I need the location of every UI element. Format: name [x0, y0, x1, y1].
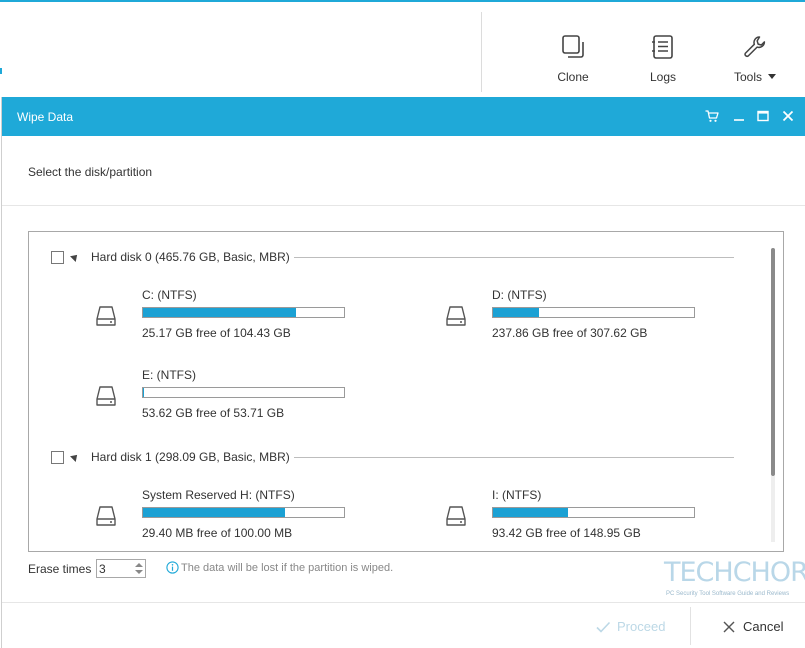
- wipe-data-dialog: Wipe Data Select the disk/partition Hard…: [1, 97, 805, 648]
- clone-button[interactable]: Clone: [538, 34, 608, 86]
- proceed-button[interactable]: Proceed: [595, 617, 675, 639]
- watermark-text: TECHCHORE: [664, 557, 805, 588]
- select-prompt: Select the disk/partition: [28, 165, 153, 179]
- partition-name: E: (NTFS): [142, 368, 196, 382]
- partition-c[interactable]: C: (NTFS) 25.17 GB free of 104.43 GB: [94, 288, 394, 348]
- main-toolbar: Clone Logs Tools: [0, 0, 805, 97]
- disk-header-0: Hard disk 0 (465.76 GB, Basic, MBR): [51, 250, 751, 266]
- logs-label: Logs: [649, 70, 677, 84]
- disk-list-panel[interactable]: Hard disk 0 (465.76 GB, Basic, MBR) C: (…: [28, 231, 784, 552]
- maximize-button[interactable]: [755, 108, 771, 124]
- logs-icon: [652, 35, 673, 59]
- wrench-icon: [744, 36, 766, 58]
- partition-free-space: 237.86 GB free of 307.62 GB: [492, 326, 648, 340]
- hard-drive-icon: [96, 386, 116, 406]
- hard-drive-icon: [446, 306, 466, 326]
- dialog-titlebar: Wipe Data: [2, 97, 805, 136]
- partition-d[interactable]: D: (NTFS) 237.86 GB free of 307.62 GB: [444, 288, 744, 348]
- clone-label: Clone: [557, 70, 589, 84]
- erase-times-label: Erase times: [28, 562, 92, 576]
- collapse-triangle-icon[interactable]: [70, 452, 80, 462]
- maximize-icon: [757, 110, 769, 122]
- disk-title-0: Hard disk 0 (465.76 GB, Basic, MBR): [91, 250, 290, 264]
- partition-name: System Reserved H: (NTFS): [142, 488, 295, 502]
- usage-bar-fill: [143, 308, 296, 317]
- partition-name: I: (NTFS): [492, 488, 542, 502]
- disk-checkbox-1[interactable]: [51, 451, 64, 464]
- hard-drive-icon: [96, 306, 116, 326]
- cart-icon: [705, 110, 719, 122]
- usage-bar: [492, 507, 695, 518]
- partition-free-space: 53.62 GB free of 53.71 GB: [142, 406, 285, 420]
- info-icon: [166, 561, 179, 574]
- usage-bar: [142, 387, 345, 398]
- disk-title-1: Hard disk 1 (298.09 GB, Basic, MBR): [91, 450, 290, 464]
- disk-checkbox-0[interactable]: [51, 251, 64, 264]
- minimize-icon: [734, 119, 744, 121]
- erase-times-input[interactable]: [99, 561, 129, 576]
- dialog-title: Wipe Data: [17, 110, 74, 124]
- check-icon: [596, 621, 611, 633]
- partition-e[interactable]: E: (NTFS) 53.62 GB free of 53.71 GB: [94, 368, 394, 428]
- hard-drive-icon: [446, 506, 466, 526]
- close-icon: [782, 110, 794, 122]
- clone-icon: [562, 35, 584, 58]
- toolbar-divider: [481, 12, 482, 92]
- scrollbar-track[interactable]: [771, 476, 775, 542]
- partition-h[interactable]: System Reserved H: (NTFS) 29.40 MB free …: [94, 488, 394, 548]
- tools-label: Tools: [733, 70, 762, 84]
- footer-divider: [2, 602, 805, 603]
- app-window: Clone Logs Tools Wipe Data Select the di…: [0, 0, 805, 648]
- button-divider: [690, 607, 691, 645]
- partition-free-space: 25.17 GB free of 104.43 GB: [142, 326, 291, 340]
- disk-header-1: Hard disk 1 (298.09 GB, Basic, MBR): [51, 450, 751, 466]
- tools-menu-button[interactable]: Tools: [720, 34, 790, 86]
- accent-mark: [0, 68, 2, 74]
- partition-free-space: 29.40 MB free of 100.00 MB: [142, 526, 293, 540]
- cancel-label: Cancel: [743, 619, 784, 634]
- cart-button[interactable]: [704, 108, 720, 124]
- partition-name: D: (NTFS): [492, 288, 547, 302]
- accent-line: [0, 0, 805, 2]
- close-icon: [723, 621, 735, 633]
- scrollbar-thumb[interactable]: [771, 248, 775, 476]
- minimize-button[interactable]: [731, 108, 747, 124]
- usage-bar: [492, 307, 695, 318]
- stepper-up-arrow-icon[interactable]: [135, 563, 143, 567]
- wipe-warning-text: The data will be lost if the partition i…: [181, 562, 394, 574]
- partition-name: C: (NTFS): [142, 288, 197, 302]
- proceed-label: Proceed: [617, 619, 666, 634]
- partition-i[interactable]: I: (NTFS) 93.42 GB free of 148.95 GB: [444, 488, 744, 548]
- watermark-subtext: PC Security Tool Software Guide and Revi…: [666, 591, 790, 597]
- stepper-down-arrow-icon[interactable]: [135, 570, 143, 574]
- erase-times-stepper[interactable]: [96, 559, 146, 578]
- cancel-button[interactable]: Cancel: [721, 617, 791, 639]
- logs-button[interactable]: Logs: [628, 34, 698, 86]
- disk-separator-line: [294, 257, 734, 258]
- close-button[interactable]: [780, 108, 796, 124]
- hard-drive-icon: [96, 506, 116, 526]
- divider: [2, 205, 805, 206]
- usage-bar-fill: [493, 508, 568, 517]
- watermark-logo: TECHCHORE PC Security Tool Software Guid…: [664, 557, 805, 603]
- partition-free-space: 93.42 GB free of 148.95 GB: [492, 526, 641, 540]
- usage-bar-fill: [143, 508, 285, 517]
- collapse-triangle-icon[interactable]: [70, 252, 80, 262]
- disk-separator-line: [294, 457, 734, 458]
- usage-bar: [142, 507, 345, 518]
- usage-bar-fill: [493, 308, 539, 317]
- usage-bar: [142, 307, 345, 318]
- dropdown-arrow-icon: [768, 74, 776, 79]
